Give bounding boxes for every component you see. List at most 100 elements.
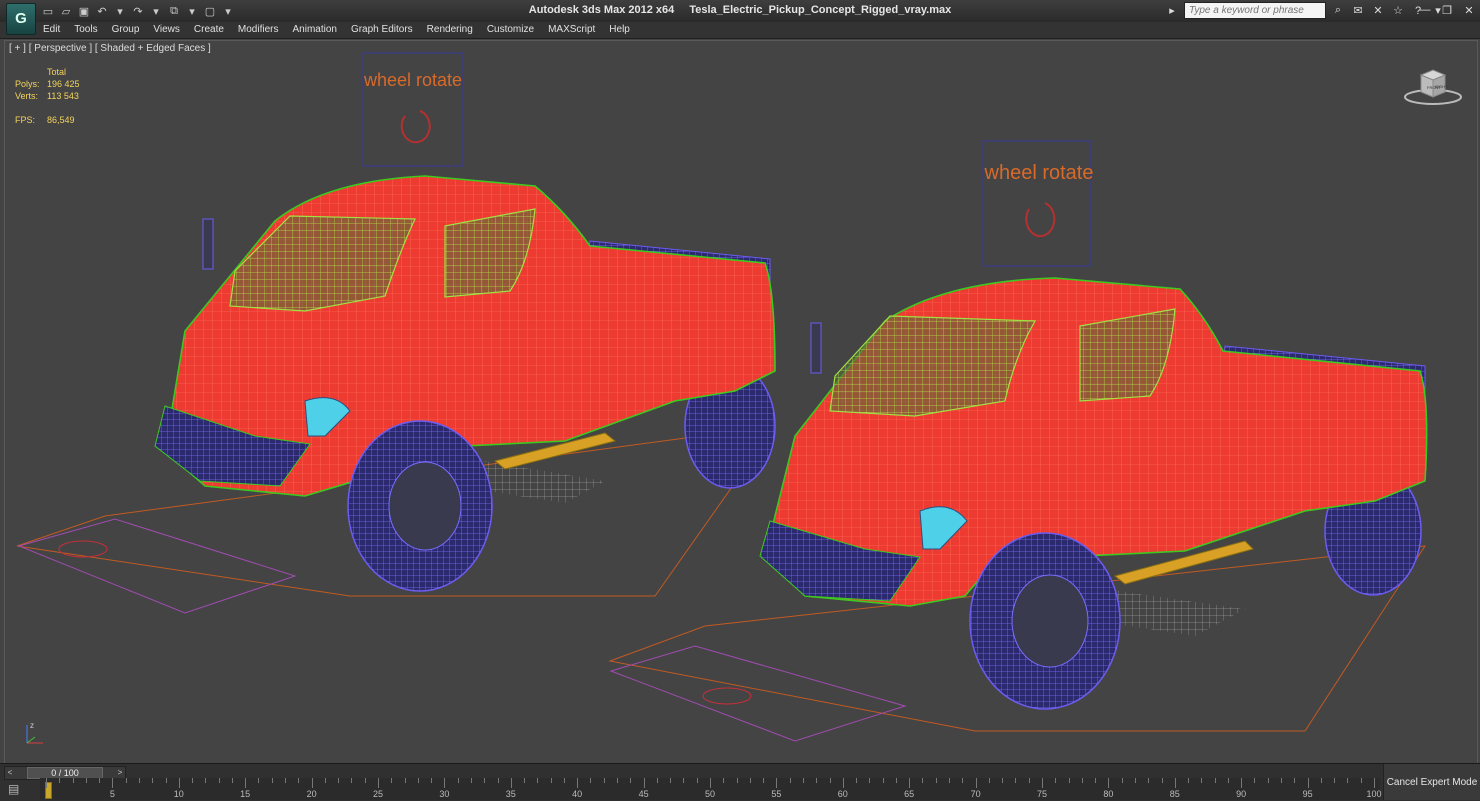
timeline-tick — [842, 778, 844, 788]
save-icon[interactable]: ▣ — [76, 3, 92, 19]
minimize-icon[interactable]: — — [1418, 3, 1432, 17]
open-icon[interactable]: ▱ — [58, 3, 74, 19]
timeline-tick-label: 75 — [1036, 789, 1048, 799]
perspective-viewport[interactable]: wheel rotate wheel rotate [ + ] [ Perspe… — [4, 40, 1478, 764]
timeline-tick-label: 55 — [771, 789, 782, 799]
trackbar-toggle-icon[interactable]: ▤ — [8, 782, 30, 796]
infocenter: ▸ ⌕✉✕☆?▾ — [1164, 2, 1446, 19]
communication-center-icon[interactable]: ✉ — [1350, 3, 1366, 19]
timeline-tick — [909, 778, 911, 788]
timeline-tick — [510, 778, 512, 788]
redo-icon[interactable]: ↷ — [130, 3, 146, 19]
favorites-icon[interactable]: ☆ — [1390, 3, 1406, 19]
menu-modifiers[interactable]: Modifiers — [231, 23, 286, 37]
app-logo-button[interactable]: G — [6, 3, 36, 35]
menu-create[interactable]: Create — [187, 23, 231, 37]
menu-views[interactable]: Views — [146, 23, 187, 37]
timeline-tick-label: 50 — [704, 789, 716, 799]
viewcube-right-label: RIGHT — [1435, 84, 1448, 89]
timeline-tick — [1267, 778, 1269, 783]
fps-label: FPS: — [15, 115, 36, 125]
timeline-tick — [258, 778, 260, 783]
timeline-tick — [1002, 778, 1004, 783]
timeline-tick — [178, 778, 180, 788]
timeline-tick — [590, 778, 592, 783]
viewport-label[interactable]: [ + ] [ Perspective ] [ Shaded + Edged F… — [9, 43, 211, 54]
timeline-tick — [457, 778, 459, 783]
tools-icon[interactable]: ✕ — [1370, 3, 1386, 19]
track-bar[interactable]: 5 10 15 20 25 30 35 40 45 50 55 60 65 70 75 80 85 90 95 100 — [40, 778, 1382, 800]
timeline-tick — [85, 778, 87, 783]
timeline-tick-label: 95 — [1302, 789, 1313, 799]
timeline-tick — [1108, 778, 1110, 788]
truck-left[interactable]: wheel rotate — [16, 52, 777, 614]
window-controls: — ❐ ✕ — [1418, 3, 1476, 17]
timeline-tick — [1360, 778, 1362, 783]
menu-help[interactable]: Help — [602, 23, 637, 37]
menu-group[interactable]: Group — [105, 23, 147, 37]
timeline-tick — [46, 778, 47, 788]
timeline-tick — [1121, 778, 1123, 783]
timeline-tick — [1068, 778, 1070, 783]
front-rim-left — [388, 461, 462, 551]
menu-graph-editors[interactable]: Graph Editors — [344, 23, 420, 37]
timeline-tick — [949, 778, 951, 783]
cancel-expert-mode-button[interactable]: Cancel Expert Mode — [1383, 764, 1480, 800]
timeline-tick-label: 70 — [970, 789, 981, 799]
undo-icon[interactable]: ↶ — [94, 3, 110, 19]
project-icon[interactable]: ▢ — [202, 3, 218, 19]
timeline-tick — [749, 778, 751, 783]
timeline-tick — [1347, 778, 1349, 783]
timeline-tick — [351, 778, 353, 783]
wheel-rotate-label-left: wheel rotate — [363, 70, 462, 90]
menu-animation[interactable]: Animation — [285, 23, 343, 37]
timeline-tick — [603, 778, 605, 783]
menu-maxscript[interactable]: MAXScript — [541, 23, 602, 37]
polys-label: Polys: — [15, 79, 40, 89]
infocenter-expand-icon[interactable]: ▸ — [1164, 3, 1180, 19]
polys-value: 196 425 — [47, 79, 80, 89]
previous-frame-icon[interactable]: < — [5, 767, 15, 779]
timeline-tick-label: 25 — [372, 789, 384, 799]
menu-customize[interactable]: Customize — [480, 23, 541, 37]
menu-edit[interactable]: Edit — [36, 23, 67, 37]
timeline-tick — [856, 778, 858, 783]
rig-plate-left[interactable] — [17, 518, 297, 614]
timeline-tick — [324, 778, 326, 783]
timeline-tick — [1241, 778, 1243, 788]
menu-rendering[interactable]: Rendering — [420, 23, 480, 37]
search-input[interactable] — [1184, 2, 1326, 19]
maximize-icon[interactable]: ❐ — [1440, 3, 1454, 17]
new-icon[interactable]: ▭ — [40, 3, 56, 19]
timeline-tick — [1174, 778, 1176, 788]
hold-icon[interactable]: ⧉ — [166, 3, 182, 19]
wheel-rotate-panel-right[interactable] — [982, 140, 1092, 267]
undo-dropdown-icon[interactable]: ▾ — [112, 3, 128, 19]
timeline-tick — [736, 778, 738, 783]
timeline-tick — [1148, 778, 1150, 783]
menu-tools[interactable]: Tools — [67, 23, 104, 37]
timeline-tick — [245, 778, 247, 788]
close-icon[interactable]: ✕ — [1462, 3, 1476, 17]
verts-label: Verts: — [15, 91, 39, 101]
axis-z-label: z — [30, 721, 34, 730]
timeline-tick — [470, 778, 472, 783]
redo-dropdown-icon[interactable]: ▾ — [148, 3, 164, 19]
scene-canvas[interactable]: wheel rotate wheel rotate — [5, 41, 1477, 763]
scene-statistics: Total Polys: 196 425 Verts: 113 543 FPS: 86… — [15, 66, 107, 126]
rig-plate-right[interactable] — [609, 645, 907, 742]
timeline-tick — [1214, 778, 1216, 783]
timeline-tick — [696, 778, 698, 783]
timeline-tick — [231, 778, 233, 783]
fetch-icon[interactable]: ▾ — [184, 3, 200, 19]
timeline-tick — [404, 778, 406, 783]
viewcube[interactable]: FRONT RIGHT — [1403, 67, 1463, 107]
timeline-tick — [643, 778, 645, 788]
timeline-tick — [710, 778, 711, 788]
timeline-tick-label: 5 — [109, 789, 115, 799]
customize-dropdown-icon[interactable]: ▾ — [220, 3, 236, 19]
timeline-tick — [1134, 778, 1136, 783]
binoculars-icon[interactable]: ⌕ — [1330, 3, 1346, 19]
timeline-tick — [829, 778, 831, 783]
timeline-tick — [1294, 778, 1296, 783]
